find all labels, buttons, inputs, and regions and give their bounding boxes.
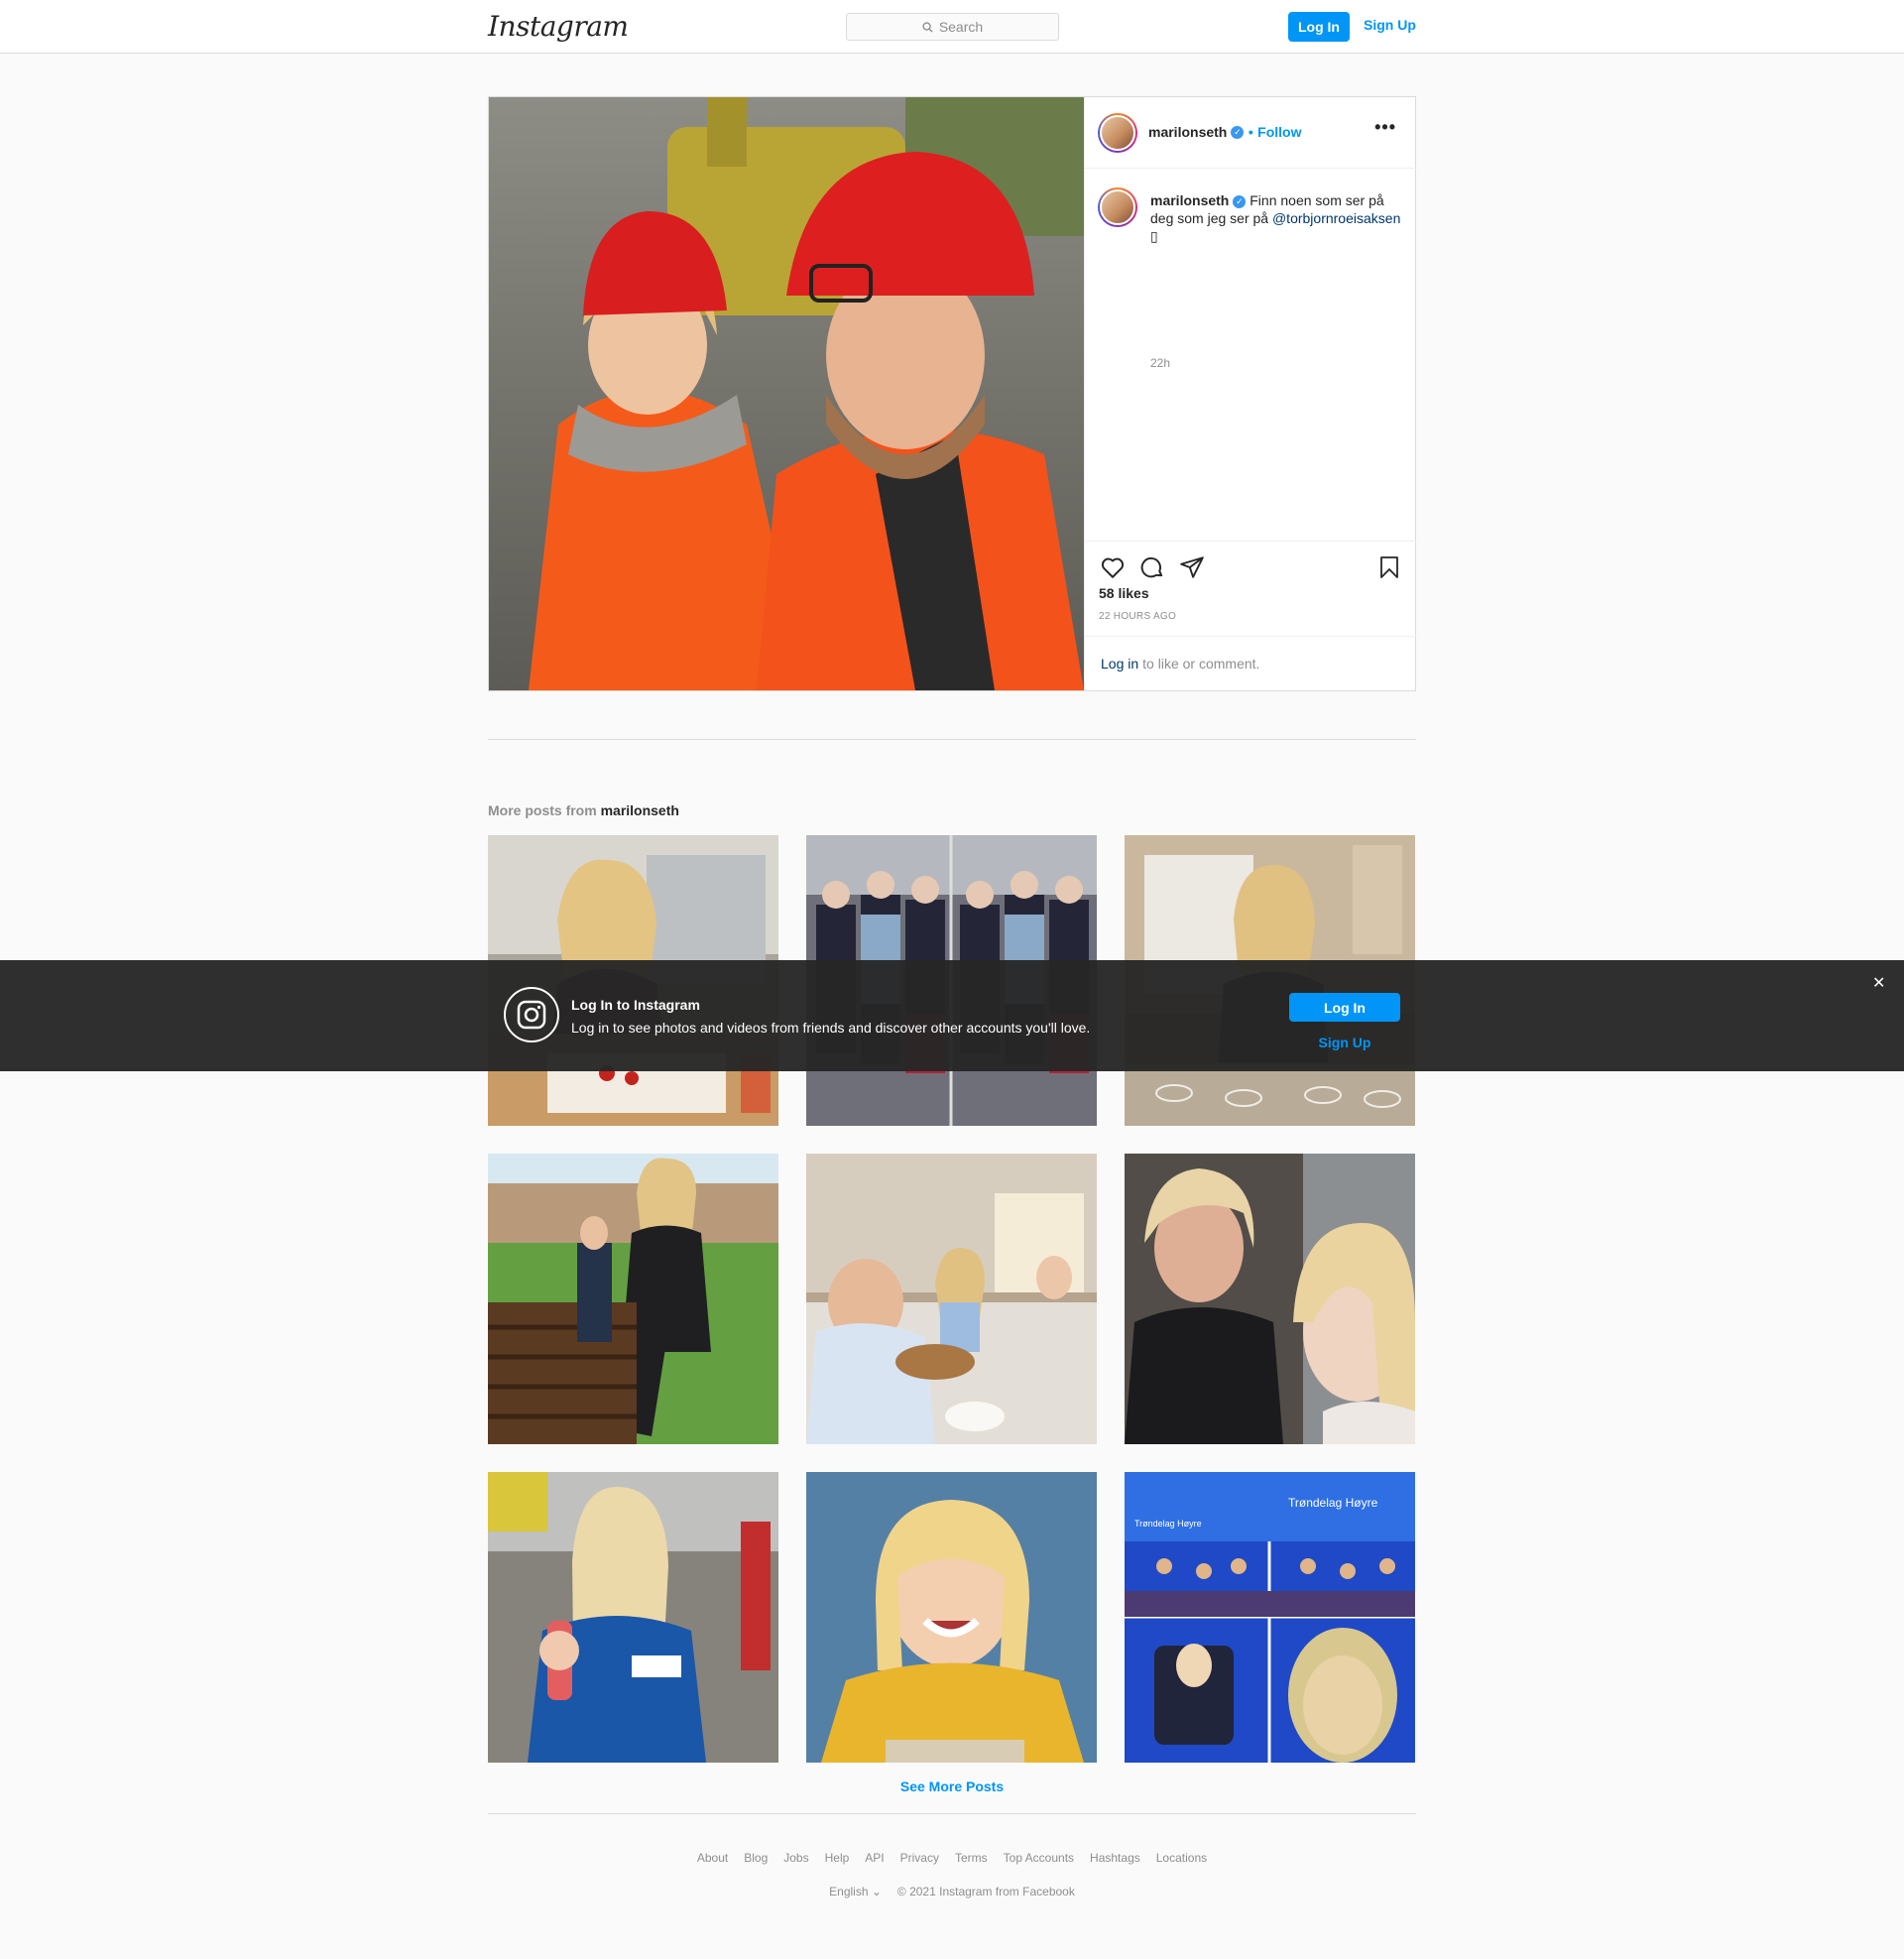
grid-post-7[interactable] [488, 1472, 778, 1763]
caption-username[interactable]: marilonseth [1150, 192, 1229, 208]
login-to-comment-text: to like or comment. [1142, 656, 1260, 672]
caption-age[interactable]: 22h [1150, 356, 1170, 370]
login-link[interactable]: Log in [1101, 656, 1138, 672]
caption-avatar[interactable] [1098, 187, 1137, 227]
banner-subtitle: Log in to see photos and videos from fri… [571, 1020, 1091, 1036]
follow-button[interactable]: Follow [1257, 124, 1301, 140]
login-to-comment: Log in to like or comment. [1085, 636, 1416, 690]
language-label: English [829, 1885, 869, 1898]
footer-bottom: English ⌄ © 2021 Instagram from Facebook [0, 1885, 1904, 1898]
author-avatar[interactable] [1098, 113, 1137, 153]
like-heart-icon[interactable] [1100, 554, 1126, 580]
grid-post-8[interactable] [806, 1472, 1097, 1763]
login-banner: Log In to Instagram Log in to see photos… [0, 960, 1904, 1071]
grid-post-4[interactable] [488, 1154, 778, 1444]
follow-separator: • [1248, 124, 1253, 140]
footer-divider [488, 1813, 1416, 1814]
chevron-down-icon: ⌄ [871, 1885, 882, 1898]
post-card: marilonseth ✓ • Follow ••• marilonseth ✓ F… [488, 96, 1416, 691]
post-sidebar: marilonseth ✓ • Follow ••• marilonseth ✓ F… [1084, 97, 1416, 690]
verified-badge-icon: ✓ [1231, 126, 1245, 140]
footer-link-help[interactable]: Help [825, 1851, 850, 1865]
copyright: © 2021 Instagram from Facebook [896, 1885, 1075, 1898]
banner-signup-link[interactable]: Sign Up [1289, 1035, 1400, 1050]
banner-login-button[interactable]: Log In [1289, 993, 1400, 1022]
caption-emoji: ▯ [1150, 228, 1158, 244]
share-icon[interactable] [1179, 554, 1205, 580]
footer-links: About Blog Jobs Help API Privacy Terms T… [0, 1851, 1904, 1865]
footer-link-blog[interactable]: Blog [744, 1851, 768, 1865]
grid-post-9[interactable]: Trøndelag Høyre Trøndelag Høyre [1125, 1472, 1415, 1763]
close-icon[interactable]: ✕ [1872, 973, 1885, 993]
footer-link-privacy[interactable]: Privacy [900, 1851, 939, 1865]
language-select[interactable]: English ⌄ [829, 1885, 882, 1898]
post-header: marilonseth ✓ • Follow ••• [1085, 97, 1416, 169]
post-timestamp[interactable]: 22 HOURS AGO [1099, 611, 1176, 622]
save-bookmark-icon[interactable] [1377, 554, 1401, 580]
post-caption: marilonseth ✓ Finn noen som ser på deg so… [1150, 191, 1403, 245]
footer-link-jobs[interactable]: Jobs [783, 1851, 808, 1865]
caption-verified-badge-icon: ✓ [1233, 194, 1247, 208]
search-placeholder: Search [938, 19, 984, 35]
footer-link-about[interactable]: About [697, 1851, 728, 1865]
header-login-button[interactable]: Log In [1288, 12, 1350, 42]
grid-post-5[interactable] [806, 1154, 1097, 1444]
search-icon [922, 21, 933, 33]
instagram-camera-icon [504, 987, 559, 1042]
author-username[interactable]: marilonseth [1148, 124, 1227, 140]
footer-link-locations[interactable]: Locations [1156, 1851, 1207, 1865]
footer-link-top-accounts[interactable]: Top Accounts [1004, 1851, 1074, 1865]
author-line: marilonseth ✓ • Follow [1148, 124, 1302, 142]
grid-post-6[interactable] [1125, 1154, 1415, 1444]
divider [488, 739, 1416, 740]
caption-mention-link[interactable]: @torbjornroeisaksen [1272, 210, 1400, 226]
more-options-icon[interactable]: ••• [1374, 117, 1396, 138]
more-posts-label: More posts from [488, 802, 597, 818]
header-signup-link[interactable]: Sign Up [1364, 17, 1416, 33]
svg-text:Trøndelag Høyre: Trøndelag Høyre [1134, 1519, 1202, 1529]
instagram-logo[interactable]: Instagram [488, 10, 629, 43]
more-posts-heading: More posts from marilonseth [488, 802, 679, 818]
footer-link-terms[interactable]: Terms [955, 1851, 988, 1865]
svg-text:Trøndelag Høyre: Trøndelag Høyre [1288, 1496, 1378, 1510]
likes-count[interactable]: 58 likes [1099, 585, 1149, 601]
comment-icon[interactable] [1139, 554, 1165, 580]
top-navigation-bar: Instagram Search Log In Sign Up [0, 0, 1904, 54]
more-posts-username[interactable]: marilonseth [601, 802, 679, 818]
see-more-posts-link[interactable]: See More Posts [0, 1778, 1904, 1794]
footer-link-hashtags[interactable]: Hashtags [1090, 1851, 1140, 1865]
search-box[interactable]: Search [846, 13, 1059, 41]
banner-title: Log In to Instagram [571, 997, 700, 1013]
post-photo[interactable] [489, 97, 1084, 690]
footer-link-api[interactable]: API [865, 1851, 884, 1865]
